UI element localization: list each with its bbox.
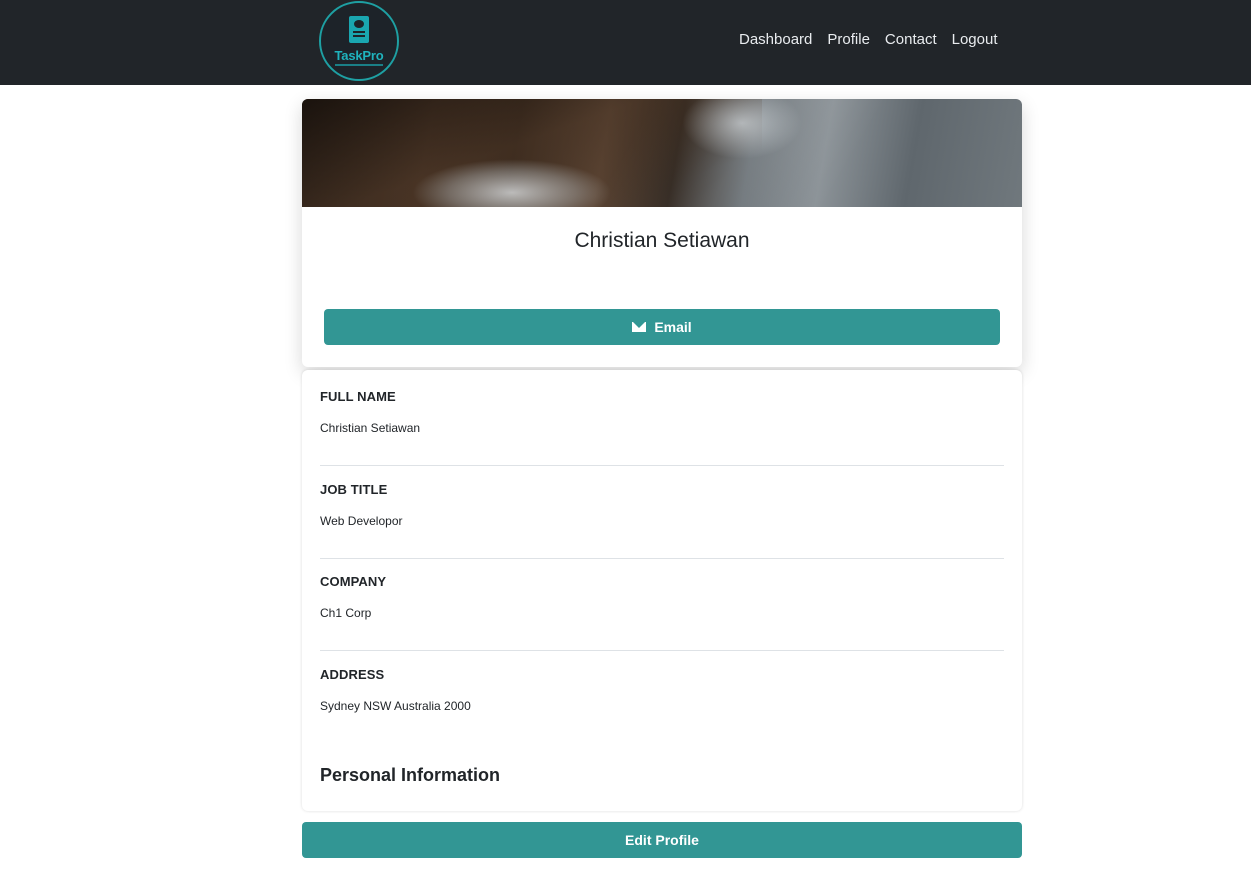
detail-address: ADDRESS Sydney NSW Australia 2000	[320, 667, 1004, 713]
banner-wave-foam	[412, 159, 612, 207]
profile-banner-image	[302, 99, 1022, 207]
logo-tagline-decoration	[335, 64, 383, 66]
detail-label: ADDRESS	[320, 667, 385, 682]
profile-name: Christian Setiawan	[574, 229, 750, 252]
nav-link-logout[interactable]: Logout	[952, 31, 998, 48]
profile-details-card: FULL NAME Christian Setiawan JOB TITLE W…	[302, 370, 1022, 811]
detail-value: Ch1 Corp	[320, 606, 372, 620]
divider	[320, 558, 1004, 559]
email-button[interactable]: Email	[324, 309, 1000, 345]
nav-links: Dashboard Profile Contact Logout	[739, 31, 998, 48]
banner-wave-foam-secondary	[682, 99, 802, 159]
detail-value: Sydney NSW Australia 2000	[320, 699, 471, 713]
detail-full-name: FULL NAME Christian Setiawan	[320, 389, 1004, 435]
envelope-icon	[632, 322, 647, 332]
document-icon	[349, 16, 369, 43]
personal-information-heading: Personal Information	[320, 765, 501, 785]
detail-label: FULL NAME	[320, 389, 396, 404]
profile-header-card: Christian Setiawan Email	[302, 99, 1022, 367]
nav-link-profile[interactable]: Profile	[827, 31, 870, 48]
detail-company: COMPANY Ch1 Corp	[320, 574, 1004, 620]
detail-value: Christian Setiawan	[320, 421, 421, 435]
nav-link-dashboard[interactable]: Dashboard	[739, 31, 812, 48]
detail-value: Web Developor	[320, 514, 403, 528]
taskpro-logo[interactable]: TaskPro	[319, 1, 399, 81]
logo-text: TaskPro	[334, 48, 384, 63]
divider	[320, 650, 1004, 651]
edit-profile-button[interactable]: Edit Profile	[302, 822, 1022, 858]
top-navbar: TaskPro Dashboard Profile Contact Logout	[0, 0, 1251, 85]
divider	[320, 465, 1004, 466]
email-button-label: Email	[654, 319, 692, 335]
detail-label: COMPANY	[320, 574, 387, 589]
detail-label: JOB TITLE	[320, 482, 388, 497]
nav-link-contact[interactable]: Contact	[885, 31, 937, 48]
detail-job-title: JOB TITLE Web Developor	[320, 482, 1004, 528]
